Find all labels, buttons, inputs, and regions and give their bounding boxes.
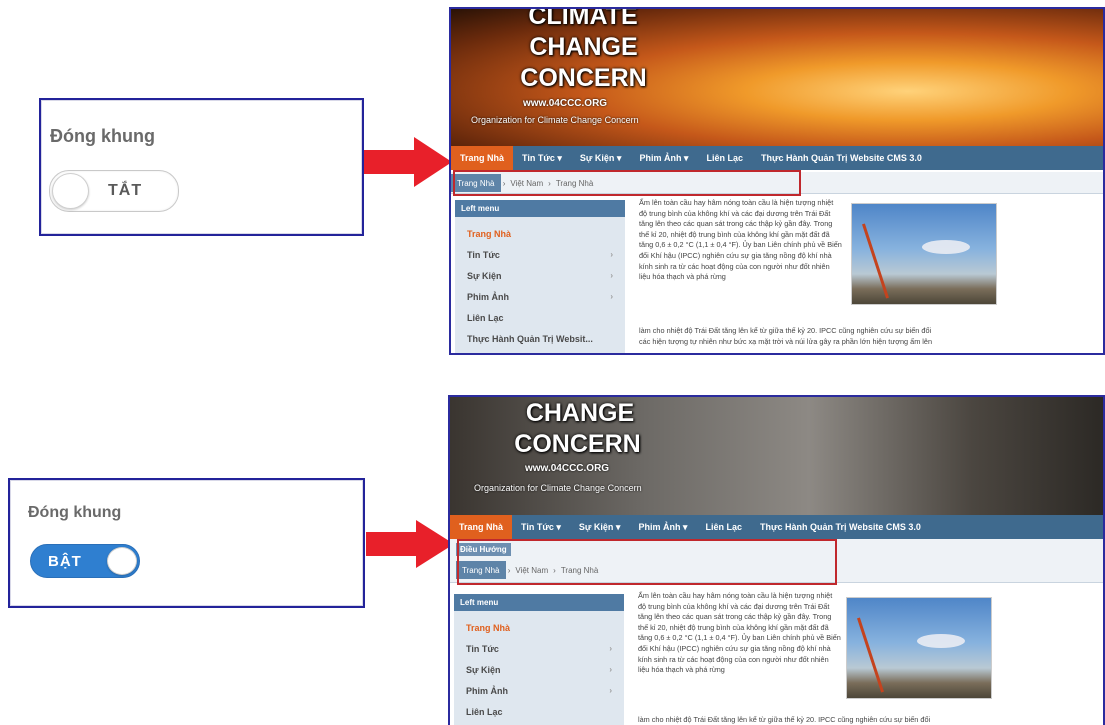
left-menu-item-contact[interactable]: Liên Lạc: [454, 701, 624, 722]
nav-events[interactable]: Sự Kiện ▾: [570, 515, 630, 539]
article-photo: [846, 597, 992, 699]
chevron-right-icon: ›: [609, 644, 612, 653]
nav-cms[interactable]: Thực Hành Quản Trị Website CMS 3.0: [752, 146, 931, 170]
banner-title-bottom: CONCERN: [520, 64, 647, 92]
banner-title-bottom: CONCERN: [514, 430, 641, 458]
site-navbar: Trang Nhà Tin Tức ▾ Sự Kiện ▾ Phim Ảnh ▾…: [451, 146, 1103, 170]
site-screenshot-with-frame: CHANGE CONCERN www.04CCC.ORG Organizatio…: [448, 395, 1105, 725]
nav-contact[interactable]: Liên Lạc: [697, 146, 752, 170]
banner-url: www.04CCC.ORG: [525, 463, 610, 474]
site-navbar: Trang Nhà Tin Tức ▾ Sự Kiện ▾ Phim Ảnh ▾…: [450, 515, 1103, 539]
banner-title-mid: CHANGE: [529, 33, 638, 61]
article-text-tail: làm cho nhiệt độ Trái Đất tăng lên kể từ…: [639, 326, 932, 335]
article-text: Ấm lên toàn cầu hay hâm nóng toàn cầu là…: [639, 198, 842, 282]
toggle-knob: [52, 173, 89, 209]
site-screenshot-without-frame: CLIMATE CHANGE CONCERN www.04CCC.ORG Org…: [449, 7, 1105, 355]
banner-org: Organization for Climate Change Concern: [474, 483, 642, 493]
banner-title-mid: CHANGE: [525, 399, 635, 427]
left-menu: Left menu Trang Nhà Tin Tức › Sự Kiện › Ph…: [454, 594, 624, 725]
site-banner: CLIMATE CHANGE CONCERN www.04CCC.ORG Org…: [451, 9, 1103, 146]
banner-url: www.04CCC.ORG: [523, 98, 608, 109]
nav-events[interactable]: Sự Kiện ▾: [571, 146, 631, 170]
left-menu-item-events[interactable]: Sự Kiện ›: [454, 659, 624, 680]
frame-toggle-off[interactable]: TẮT: [49, 170, 179, 212]
left-menu: Left menu Trang Nhà Tin Tức › Sự Kiện › Ph…: [455, 200, 625, 353]
toggle-knob: [107, 547, 137, 575]
left-menu-title: Left menu: [455, 200, 625, 217]
frame-toggle-on[interactable]: BẬT: [30, 544, 140, 578]
nav-home[interactable]: Trang Nhà: [450, 515, 513, 539]
article-text: Ấm lên toàn cầu hay hâm nóng toàn cầu là…: [638, 591, 841, 675]
left-menu-item-movies[interactable]: Phim Ảnh ›: [455, 286, 625, 307]
left-menu-item-home[interactable]: Trang Nhà: [454, 617, 624, 638]
chevron-right-icon: ›: [609, 686, 612, 695]
banner-org: Organization for Climate Change Concern: [471, 115, 639, 125]
nav-contact[interactable]: Liên Lạc: [696, 515, 751, 539]
toggle-state-text: BẬT: [48, 553, 82, 570]
chevron-right-icon: ›: [610, 250, 613, 259]
nav-home[interactable]: Trang Nhà: [451, 146, 514, 170]
article-text-tail: làm cho nhiệt độ Trái Đất tăng lên kể từ…: [638, 715, 931, 724]
left-menu-item-movies[interactable]: Phim Ảnh ›: [454, 680, 624, 701]
breadcrumb-highlight-box: [457, 539, 837, 585]
left-menu-item-events[interactable]: Sự Kiện ›: [455, 265, 625, 286]
site-banner: CHANGE CONCERN www.04CCC.ORG Organizatio…: [450, 397, 1103, 515]
left-menu-item-home[interactable]: Trang Nhà: [455, 223, 625, 244]
toggle-label: Đóng khung: [50, 126, 155, 146]
banner-title-top: CLIMATE: [528, 7, 638, 30]
chevron-right-icon: ›: [609, 665, 612, 674]
left-menu-item-news[interactable]: Tin Tức ›: [454, 638, 624, 659]
chevron-right-icon: ›: [610, 292, 613, 301]
left-menu-item-news[interactable]: Tin Tức ›: [455, 244, 625, 265]
chevron-right-icon: ›: [610, 271, 613, 280]
toggle-card-off: Đóng khung TẮT: [39, 98, 364, 236]
toggle-state-text: TẮT: [108, 182, 143, 199]
toggle-label: Đóng khung: [28, 504, 122, 521]
nav-news[interactable]: Tin Tức ▾: [512, 515, 570, 539]
left-menu-item-contact[interactable]: Liên Lạc: [455, 307, 625, 328]
arrow-right-icon: [366, 520, 454, 568]
nav-cms[interactable]: Thực Hành Quản Trị Website CMS 3.0: [751, 515, 930, 539]
nav-news[interactable]: Tin Tức ▾: [513, 146, 571, 170]
breadcrumb-highlight-box: [453, 170, 801, 196]
left-menu-item-cms[interactable]: Thực Hành Quản Trị Websit...: [455, 328, 625, 349]
left-menu-title: Left menu: [454, 594, 624, 611]
nav-movies[interactable]: Phim Ảnh ▾: [629, 515, 696, 539]
arrow-right-icon: [364, 137, 452, 187]
article-text-tail: các hiện tượng tự nhiên như bức xạ mặt t…: [639, 337, 933, 346]
toggle-card-on: Đóng khung BẬT: [8, 478, 365, 608]
nav-movies[interactable]: Phim Ảnh ▾: [630, 146, 697, 170]
article-photo: [851, 203, 997, 305]
